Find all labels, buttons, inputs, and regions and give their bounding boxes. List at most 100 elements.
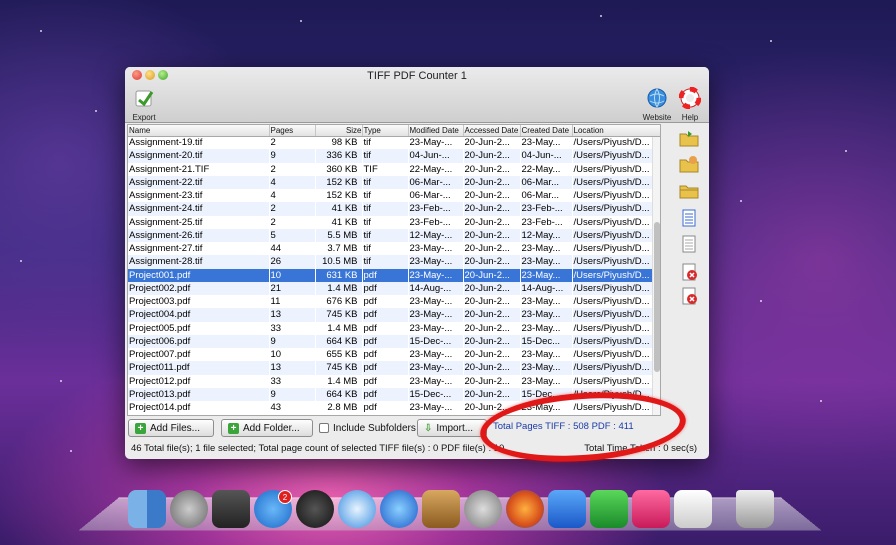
table-row[interactable]: Assignment-24.tif 2 41 KB tif 23-Feb-... 20-J… bbox=[128, 202, 660, 216]
table-cell: Assignment-19.tif bbox=[129, 137, 203, 149]
iphoto-icon[interactable] bbox=[422, 490, 460, 528]
table-cell: 20-Jun-2... bbox=[463, 175, 520, 189]
table-row[interactable]: Project005.pdf 33 1.4 MB pdf 23-May-... 20-Ju… bbox=[128, 322, 660, 335]
table-cell: 04-Jun-... bbox=[408, 149, 463, 163]
table-row[interactable]: Project006.pdf 9 664 KB pdf 15-Dec-... 20-Jun… bbox=[128, 334, 660, 348]
column-header[interactable]: Type bbox=[362, 125, 409, 137]
table-cell: Assignment-23.tif bbox=[129, 190, 203, 202]
table-row[interactable]: Assignment-28.tif 26 10.5 MB tif 23-May-... 2… bbox=[128, 255, 660, 269]
table-cell: /Users/Piyush/D... bbox=[572, 202, 660, 216]
table-cell: pdf bbox=[362, 361, 408, 375]
table-row[interactable]: Assignment-22.tif 4 152 KB tif 06-Mar-... 20-… bbox=[128, 175, 660, 189]
export-label: Export bbox=[132, 113, 156, 122]
table-row[interactable]: Assignment-19.tif 2 98 KB tif 23-May-... 20-J… bbox=[128, 136, 660, 149]
finder-icon[interactable] bbox=[128, 490, 166, 528]
include-subfolders-checkbox[interactable]: Include Subfolders bbox=[319, 419, 416, 437]
table-cell: 20-Jun-2... bbox=[463, 255, 520, 269]
table-cell: 06-Mar... bbox=[521, 190, 560, 202]
table-cell: Assignment-21.TIF bbox=[129, 163, 210, 175]
trash-icon[interactable] bbox=[736, 490, 774, 528]
column-header[interactable]: Name bbox=[128, 125, 270, 137]
table-cell: 23-May-... bbox=[409, 375, 453, 387]
checkbox-box[interactable] bbox=[319, 423, 329, 433]
table-row[interactable]: Assignment-21.TIF 2 360 KB TIF 22-May-... 20-… bbox=[128, 163, 660, 176]
add-folder-button[interactable]: + Add Folder... bbox=[221, 419, 313, 437]
document-icon[interactable] bbox=[679, 235, 699, 253]
column-header[interactable]: Modified Date bbox=[408, 125, 464, 137]
help-label: Help bbox=[681, 113, 699, 122]
table-row[interactable]: Project011.pdf 13 745 KB pdf 23-May-... 20-Ju… bbox=[128, 361, 660, 375]
import-folder-icon[interactable] bbox=[679, 155, 699, 173]
column-header[interactable]: Size bbox=[315, 125, 363, 137]
lifebuoy-icon bbox=[678, 86, 702, 110]
table-cell: tif bbox=[362, 175, 408, 189]
table-cell: Assignment-20.tif bbox=[128, 149, 269, 163]
table-cell: 20-Jun-2... bbox=[464, 296, 510, 308]
table-row[interactable]: Project004.pdf 13 745 KB pdf 23-May-... 20-Ju… bbox=[128, 308, 660, 322]
table-cell: Project003.pdf bbox=[129, 296, 191, 308]
table-cell: 5.5 MB bbox=[315, 228, 362, 242]
firefox-icon[interactable] bbox=[506, 490, 544, 528]
table-row[interactable]: Project002.pdf 21 1.4 MB pdf 14-Aug-... 20-Ju… bbox=[128, 281, 660, 295]
file-table[interactable]: Name Pages Size Type Modified Date Accessed D… bbox=[127, 124, 661, 416]
column-header[interactable]: Pages bbox=[269, 125, 316, 137]
table-row[interactable]: Project012.pdf 33 1.4 MB pdf 23-May-... 20-Ju… bbox=[128, 375, 660, 388]
column-header[interactable]: Created Date bbox=[520, 125, 573, 137]
table-cell: 21 bbox=[269, 281, 315, 295]
table-row[interactable]: Project007.pdf 10 655 KB pdf 23-May-... 20-Ju… bbox=[128, 348, 660, 361]
table-cell: 20-Jun-2... bbox=[464, 137, 510, 149]
table-cell: 20-Jun-2... bbox=[464, 349, 510, 361]
table-cell: pdf bbox=[363, 402, 377, 414]
add-folder-icon[interactable] bbox=[679, 129, 699, 147]
table-cell: 98 KB bbox=[331, 137, 358, 149]
itunes-icon[interactable] bbox=[380, 490, 418, 528]
add-files-button[interactable]: + Add Files... bbox=[128, 419, 214, 437]
table-row[interactable]: Project001.pdf 10 631 KB pdf 23-May-... 20-Ju… bbox=[128, 268, 660, 282]
scrollbar-thumb[interactable] bbox=[654, 222, 660, 372]
clear-all-icon[interactable] bbox=[679, 287, 699, 305]
tiff-pdf-counter-icon[interactable] bbox=[674, 490, 712, 528]
help-button[interactable]: Help bbox=[677, 86, 703, 122]
system-preferences-icon[interactable] bbox=[464, 490, 502, 528]
table-scrollbar[interactable] bbox=[652, 137, 660, 415]
remove-file-icon[interactable] bbox=[679, 263, 699, 281]
table-cell: 23-May-... bbox=[408, 361, 463, 375]
export-button[interactable]: Export bbox=[129, 87, 159, 122]
table-cell: /Users/Piyush/D... bbox=[572, 228, 660, 242]
table-row[interactable]: Assignment-23.tif 4 152 KB tif 06-Mar-... 20-… bbox=[128, 189, 660, 202]
heart-app-icon[interactable] bbox=[632, 490, 670, 528]
table-cell: tif bbox=[363, 243, 371, 255]
table-cell: tif bbox=[362, 228, 408, 242]
table-cell: /Users/Piyush/D... bbox=[573, 349, 650, 361]
table-cell: 152 KB bbox=[315, 175, 362, 189]
table-cell: 9 bbox=[269, 149, 315, 163]
table-cell: 20-Jun-2... bbox=[464, 243, 510, 255]
document-list-icon[interactable] bbox=[679, 209, 699, 227]
table-cell: TIF bbox=[363, 163, 378, 175]
table-row[interactable]: Assignment-26.tif 5 5.5 MB tif 12-May-... 20-… bbox=[128, 228, 660, 242]
table-row[interactable]: Assignment-27.tif 44 3.7 MB tif 23-May-... 20… bbox=[128, 242, 660, 255]
table-cell: Assignment-25.tif bbox=[129, 216, 203, 228]
table-row[interactable]: Assignment-25.tif 2 41 KB tif 23-Feb-... 20-J… bbox=[128, 216, 660, 229]
table-row[interactable]: Project003.pdf 11 676 KB pdf 23-May-... 20-Ju… bbox=[128, 295, 660, 308]
word-icon[interactable] bbox=[548, 490, 586, 528]
table-row[interactable]: Assignment-20.tif 9 336 KB tif 04-Jun-... 20-… bbox=[128, 149, 660, 163]
add-files-label: Add Files... bbox=[150, 422, 201, 434]
launchpad-icon[interactable] bbox=[170, 490, 208, 528]
safari-icon[interactable] bbox=[338, 490, 376, 528]
table-cell: 5 bbox=[269, 228, 315, 242]
table-cell: 745 KB bbox=[315, 308, 362, 322]
column-header[interactable]: Accessed Date bbox=[463, 125, 521, 137]
mission-control-icon[interactable] bbox=[296, 490, 334, 528]
include-subfolders-label: Include Subfolders bbox=[333, 422, 416, 434]
column-header[interactable]: Location bbox=[572, 125, 660, 137]
excel-icon[interactable] bbox=[590, 490, 628, 528]
table-cell: 13 bbox=[269, 361, 315, 375]
dashboard-icon[interactable] bbox=[212, 490, 250, 528]
import-button[interactable]: ⇩ Import... bbox=[417, 419, 487, 437]
open-folder-icon[interactable] bbox=[679, 181, 699, 199]
table-cell: 23-May-... bbox=[409, 322, 453, 334]
table-cell: 2 bbox=[270, 216, 276, 228]
table-cell: /Users/Piyush/D... bbox=[572, 268, 660, 282]
website-button[interactable]: Website bbox=[639, 87, 675, 122]
